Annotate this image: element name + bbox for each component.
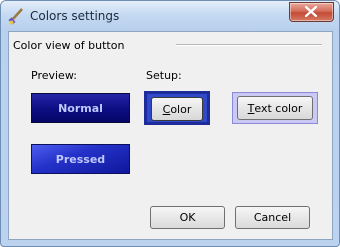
text-color-button[interactable]: Text color: [237, 96, 313, 120]
text-color-button-mnemonic: T: [247, 101, 255, 115]
group-title: Color view of button: [13, 39, 125, 52]
color-button-highlight: Color: [144, 91, 210, 125]
text-color-button-label: ext color: [254, 101, 303, 115]
text-color-button-highlight: Text color: [232, 92, 318, 124]
window-title: Colors settings: [30, 9, 120, 23]
colors-settings-window: Colors settings Color view of button Pre…: [0, 0, 340, 247]
normal-preview-button[interactable]: Normal: [31, 93, 130, 123]
group-divider: [176, 44, 322, 46]
ok-button[interactable]: OK: [150, 206, 225, 229]
color-button-mnemonic: C: [162, 102, 171, 116]
color-button[interactable]: Color: [151, 97, 203, 121]
close-button[interactable]: [289, 2, 334, 22]
cancel-button[interactable]: Cancel: [235, 206, 310, 229]
preview-label: Preview:: [31, 69, 77, 82]
color-button-label: olor: [170, 102, 192, 116]
close-icon: [305, 6, 317, 17]
setup-label: Setup:: [146, 69, 182, 82]
pressed-preview-button[interactable]: Pressed: [31, 144, 130, 174]
title-bar[interactable]: Colors settings: [1, 1, 339, 31]
paintbrush-icon: [8, 8, 23, 25]
dialog-client-area: Color view of button Preview: Setup: Nor…: [8, 31, 333, 240]
